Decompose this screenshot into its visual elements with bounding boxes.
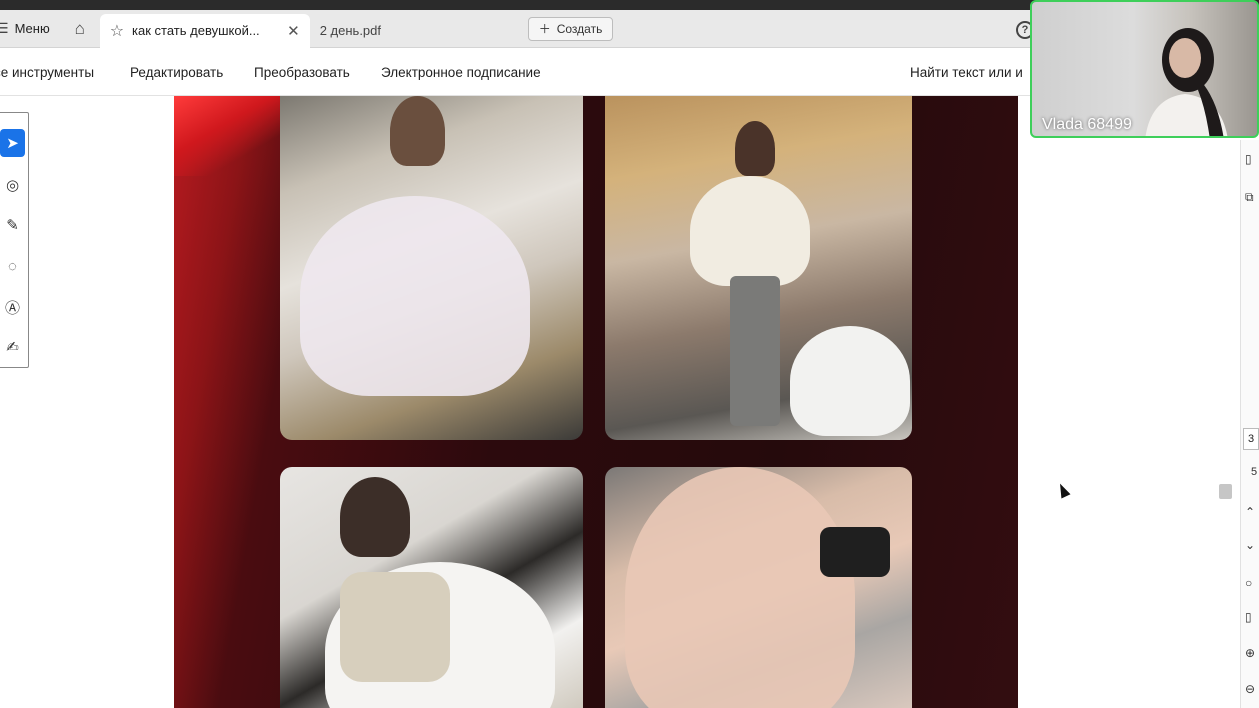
star-icon[interactable]: ☆ — [110, 21, 124, 41]
tab-label: 2 день.pdf — [319, 23, 381, 38]
stamp-tool-icon[interactable]: ✍ — [0, 333, 25, 361]
toolbar-e-sign[interactable]: Электронное подписание — [381, 65, 541, 80]
page-icon[interactable]: ▯ — [1245, 610, 1259, 626]
video-call-tile[interactable]: Vlada 68499 — [1030, 0, 1259, 138]
toolbar-find-text[interactable]: Найти текст или и — [910, 65, 1023, 80]
comment-tool-icon[interactable]: ◎ — [0, 171, 25, 199]
home-button[interactable]: ⌂ — [60, 10, 100, 47]
text-tool-icon[interactable]: Ⓐ — [0, 293, 25, 321]
select-tool-icon[interactable]: ➤ — [0, 129, 25, 157]
copy-icon[interactable]: ⧉ — [1245, 190, 1259, 206]
toolbar-edit[interactable]: Редактировать — [130, 65, 223, 80]
scrollbar-thumb[interactable] — [1219, 484, 1232, 499]
toolbar-all-tools[interactable]: се инструменты — [0, 65, 94, 80]
participant-name: Vlada 68499 — [1042, 116, 1132, 133]
toolbar-convert[interactable]: Преобразовать — [254, 65, 350, 80]
page-number-field[interactable]: 3 — [1243, 428, 1259, 450]
page-decoration — [174, 96, 284, 176]
menu-label: Меню — [14, 21, 50, 36]
total-pages: 5 — [1251, 466, 1258, 478]
draw-tool-icon[interactable]: ✎ — [0, 211, 25, 239]
home-icon: ⌂ — [74, 18, 85, 38]
fashion-photo-3 — [280, 467, 583, 708]
current-page: 3 — [1247, 433, 1255, 445]
menu-button[interactable]: ☰ Меню — [0, 10, 60, 47]
create-label: Создать — [556, 21, 603, 36]
chevron-down-icon[interactable]: ⌄ — [1245, 538, 1259, 554]
fashion-photo-2 — [605, 96, 912, 440]
quick-tools-palette: ➤ ◎ ✎ ◌ Ⓐ ✍ — [0, 112, 29, 368]
refresh-icon[interactable]: ○ — [1245, 576, 1259, 592]
tab-document-1[interactable]: ☆ как стать девушкой... ✕ — [99, 13, 310, 48]
right-panel — [1018, 96, 1259, 708]
hamburger-icon: ☰ — [0, 20, 9, 36]
zoom-in-icon[interactable]: ⊕ — [1245, 646, 1259, 662]
zoom-out-icon[interactable]: ⊖ — [1245, 682, 1259, 698]
lasso-tool-icon[interactable]: ◌ — [0, 252, 25, 280]
tab-document-2[interactable]: 2 день.pdf — [310, 14, 520, 48]
fashion-photo-1 — [280, 96, 583, 440]
create-button[interactable]: ＋ Создать — [527, 16, 614, 41]
plus-icon: ＋ — [538, 22, 551, 36]
tab-label: как стать девушкой... — [132, 23, 260, 38]
close-icon[interactable]: ✕ — [287, 22, 300, 40]
chevron-up-icon[interactable]: ⌃ — [1245, 505, 1259, 521]
document-viewport[interactable] — [174, 96, 1018, 708]
participant-video — [1145, 28, 1228, 136]
fashion-photo-4 — [605, 467, 912, 708]
bookmark-icon[interactable]: ▯ — [1245, 152, 1259, 168]
